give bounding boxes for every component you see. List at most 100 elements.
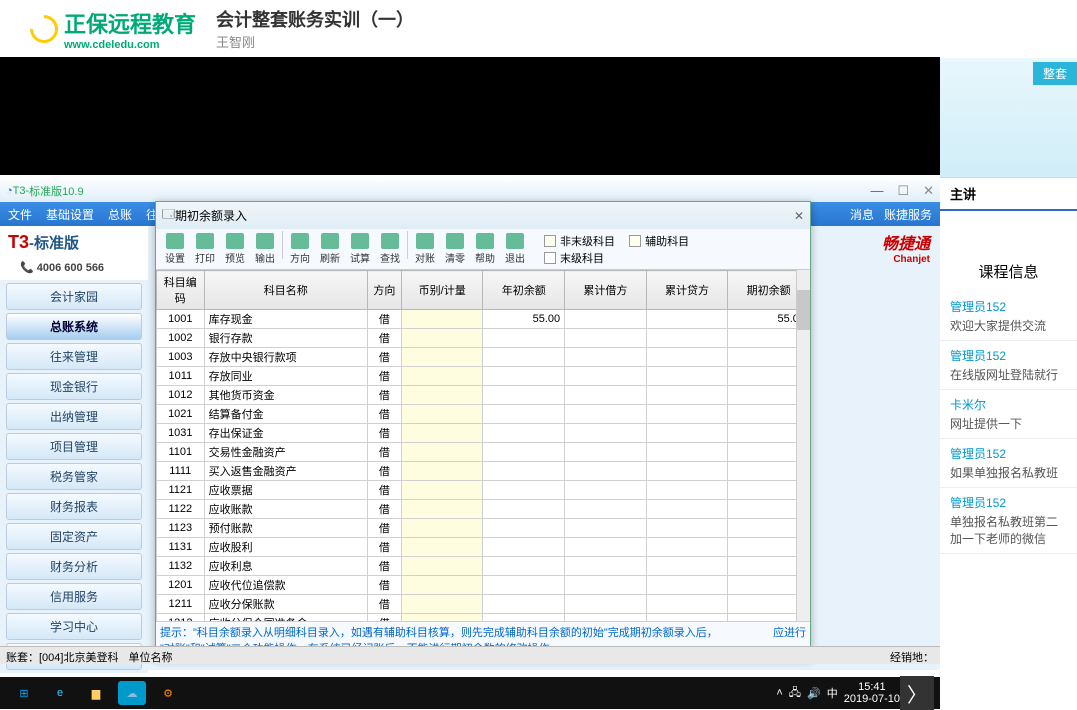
vertical-scrollbar[interactable] <box>796 270 810 640</box>
sidebar-item-10[interactable]: 信用服务 <box>6 583 142 610</box>
col-header[interactable]: 方向 <box>367 271 401 310</box>
task-folder[interactable]: ▆ <box>82 681 110 705</box>
close-button[interactable]: ✕ <box>923 183 934 199</box>
tray-time: 15:41 <box>844 681 900 693</box>
sidebar-item-4[interactable]: 出纳管理 <box>6 403 142 430</box>
system-tray: ˄ 🖧 🔊 中 15:41 2019-07-10 <box>776 681 900 705</box>
page-header: 正保远程教育 www.cdeledu.com 会计整套账务实训（一） 王智刚 <box>0 0 1077 57</box>
hotline: 📞 4006 600 566 <box>0 259 148 280</box>
col-header[interactable]: 科目名称 <box>204 271 367 310</box>
sidebar-item-6[interactable]: 税务管家 <box>6 463 142 490</box>
tag: 整套 <box>1033 62 1077 85</box>
app-title: 标准版10.9 <box>29 183 83 199</box>
table-row[interactable]: 1021结算备付金借 <box>157 405 810 424</box>
legend-nonleaf-label: 非末级科目 <box>560 233 615 249</box>
hint-prefix: 提示： <box>160 627 193 639</box>
tray-clock[interactable]: 15:41 2019-07-10 <box>844 681 900 705</box>
table-row[interactable]: 1121应收票据借 <box>157 481 810 500</box>
table-row[interactable]: 1122应收账款借 <box>157 500 810 519</box>
tool-预览[interactable]: 预览 <box>220 231 250 267</box>
app-window: ◔ T3- 标准版10.9 — ☐ ✕ 文件 基础设置 总账 往来 消息 账捷服… <box>0 180 940 670</box>
table-row[interactable]: 1123预付账款借 <box>157 519 810 538</box>
scrollbar-thumb[interactable] <box>797 290 810 330</box>
menu-message[interactable]: 消息 <box>850 206 874 223</box>
sidebar-item-5[interactable]: 项目管理 <box>6 433 142 460</box>
table-row[interactable]: 1002银行存款借 <box>157 329 810 348</box>
table-row[interactable]: 1003存放中央银行款项借 <box>157 348 810 367</box>
table-row[interactable]: 1012其他货币资金借 <box>157 386 810 405</box>
title-block: 会计整套账务实训（一） 王智刚 <box>216 6 414 51</box>
tool-方向[interactable]: 方向 <box>285 231 315 267</box>
menu-gl[interactable]: 总账 <box>108 206 132 223</box>
col-header[interactable]: 累计贷方 <box>646 271 728 310</box>
tool-退出[interactable]: 退出 <box>500 231 530 267</box>
table-row[interactable]: 1011存放同业借 <box>157 367 810 386</box>
tool-刷新[interactable]: 刷新 <box>315 231 345 267</box>
col-header[interactable]: 币别/计量 <box>401 271 483 310</box>
table-row[interactable]: 1111买入返售金融资产借 <box>157 462 810 481</box>
maximize-button[interactable]: ☐ <box>897 183 909 199</box>
tool-查找[interactable]: 查找 <box>375 231 405 267</box>
sidebar-item-0[interactable]: 会计家园 <box>6 283 142 310</box>
chart-area: 整套 <box>940 58 1077 178</box>
table-row[interactable]: 1201应收代位追偿款借 <box>157 576 810 595</box>
grid-wrap: 科目编码科目名称方向币别/计量年初余额累计借方累计贷方期初余额 1001库存现金… <box>156 270 810 640</box>
next-button[interactable]: 〉 <box>900 676 934 710</box>
menu-file[interactable]: 文件 <box>8 206 32 223</box>
sidebar-item-3[interactable]: 现金银行 <box>6 373 142 400</box>
tray-up-icon[interactable]: ˄ <box>776 687 782 699</box>
dialog-toolbar: 设置打印预览输出方向刷新试算查找对账清零帮助退出 非末级科目 辅助科目 末级科目 <box>156 229 810 270</box>
minimize-button[interactable]: — <box>870 183 883 199</box>
tray-vol-icon[interactable]: 🔊 <box>807 687 821 700</box>
tray-net-icon[interactable]: 🖧 <box>789 684 801 703</box>
legend-nonleaf-icon <box>544 235 556 247</box>
dialog-titlebar: 🗔 期初余额录入 ✕ <box>156 202 810 229</box>
tool-对账[interactable]: 对账 <box>410 231 440 267</box>
app-icon: ◔ <box>6 185 13 197</box>
task-app1[interactable]: ☁ <box>118 681 146 705</box>
chat-item: 管理员152 如果单独报名私教班 <box>940 439 1077 488</box>
tool-输出[interactable]: 输出 <box>250 231 280 267</box>
dialog-title: 期初余额录入 <box>175 207 247 224</box>
balance-grid[interactable]: 科目编码科目名称方向币别/计量年初余额累计借方累计贷方期初余额 1001库存现金… <box>156 270 810 640</box>
table-row[interactable]: 1132应收利息借 <box>157 557 810 576</box>
chat-user: 管理员152 <box>950 298 1067 315</box>
status-company: 单位名称 <box>128 649 172 662</box>
chat-msg: 如果单独报名私教班 <box>950 464 1067 481</box>
logo-url: www.cdeledu.com <box>64 39 196 51</box>
chat-item: 管理员152欢迎大家提供交流 <box>940 292 1077 341</box>
tool-设置[interactable]: 设置 <box>160 231 190 267</box>
sidebar-item-9[interactable]: 财务分析 <box>6 553 142 580</box>
sidebar-item-11[interactable]: 学习中心 <box>6 613 142 640</box>
chat-user: 管理员152 <box>950 494 1067 511</box>
chat-user: 管理员152 <box>950 445 1067 462</box>
table-row[interactable]: 1001库存现金借55.0055.00 <box>157 310 810 329</box>
tray-ime-icon[interactable]: 中 <box>827 685 838 701</box>
hotline-number: 4006 600 566 <box>37 262 104 274</box>
col-header[interactable]: 累计借方 <box>565 271 647 310</box>
balance-dialog: 🗔 期初余额录入 ✕ 设置打印预览输出方向刷新试算查找对账清零帮助退出 非末级科… <box>155 201 811 659</box>
sidebar-item-7[interactable]: 财务报表 <box>6 493 142 520</box>
table-row[interactable]: 1031存出保证金借 <box>157 424 810 443</box>
col-header[interactable]: 年初余额 <box>483 271 565 310</box>
sidebar-item-1[interactable]: 总账系统 <box>6 313 142 340</box>
tool-打印[interactable]: 打印 <box>190 231 220 267</box>
table-row[interactable]: 1211应收分保账款借 <box>157 595 810 614</box>
logo-text: 正保远程教育 <box>64 12 196 37</box>
taskbar: ⊞ e ▆ ☁ ⚙ ˄ 🖧 🔊 中 15:41 2019-07-10 〉 <box>0 677 940 709</box>
tool-帮助[interactable]: 帮助 <box>470 231 500 267</box>
menu-settings[interactable]: 基础设置 <box>46 206 94 223</box>
tool-试算[interactable]: 试算 <box>345 231 375 267</box>
start-button[interactable]: ⊞ <box>10 681 38 705</box>
video-area[interactable] <box>0 57 940 175</box>
task-edge[interactable]: e <box>46 681 74 705</box>
col-header[interactable]: 科目编码 <box>157 271 205 310</box>
table-row[interactable]: 1131应收股利借 <box>157 538 810 557</box>
sidebar-item-2[interactable]: 往来管理 <box>6 343 142 370</box>
menu-service[interactable]: 账捷服务 <box>884 206 932 223</box>
tool-清零[interactable]: 清零 <box>440 231 470 267</box>
sidebar-item-8[interactable]: 固定资产 <box>6 523 142 550</box>
task-app2[interactable]: ⚙ <box>154 681 182 705</box>
table-row[interactable]: 1101交易性金融资产借 <box>157 443 810 462</box>
dialog-close-button[interactable]: ✕ <box>794 209 804 223</box>
